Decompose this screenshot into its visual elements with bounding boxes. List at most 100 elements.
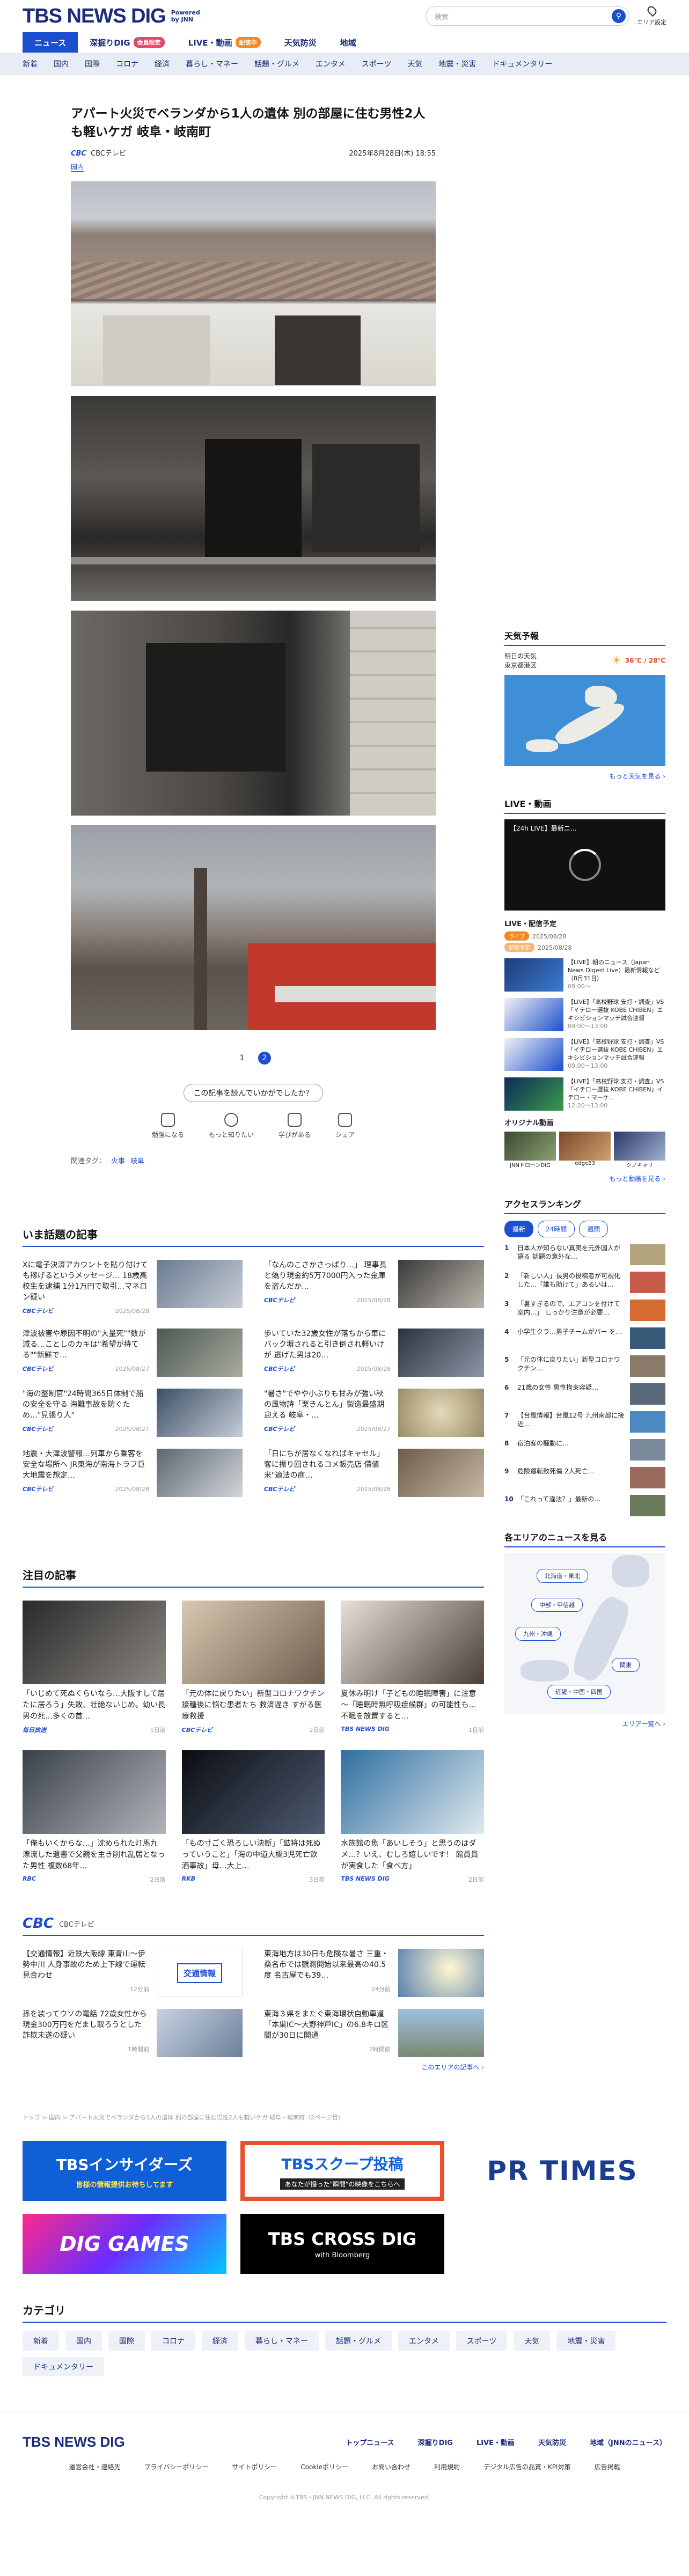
cat-life-money[interactable]: 暮らし・マネー bbox=[186, 58, 238, 69]
tab-live[interactable]: LIVE・動画 配信中 bbox=[177, 32, 273, 53]
cat-economy[interactable]: 経済 bbox=[155, 58, 170, 69]
ranking-tab-week[interactable]: 週間 bbox=[579, 1221, 609, 1237]
cat-international[interactable]: 国際 bbox=[85, 58, 100, 69]
category-link[interactable]: 天気 bbox=[514, 2331, 551, 2351]
featured-card[interactable]: 「元の体に戻りたい」新型コロナワクチン接種後に悩む患者たち 救済遅き すがる医療… bbox=[181, 1601, 325, 1734]
footer-link[interactable]: LIVE・動画 bbox=[477, 2437, 515, 2447]
ranking-item[interactable]: 7 【台風情報】台風12号 九州南部に接近… bbox=[504, 1411, 665, 1433]
featured-card[interactable]: 「もの寸ごく恐ろしい決断」「鉱将は死ぬっていうこと」「海の中道大橋3児死亡飲酒事… bbox=[181, 1750, 325, 1884]
ranking-item[interactable]: 8 宿泊客の騒動に… bbox=[504, 1439, 665, 1461]
featured-card[interactable]: 夏休み明け「子どもの睡眠障害」に注意 ～「睡眠時無呼吸症候群」の可能性も… 不眠… bbox=[341, 1601, 484, 1734]
site-logo[interactable]: TBS NEWS DIG Powered by JNN bbox=[23, 5, 209, 28]
ranking-tab-latest[interactable]: 最新 bbox=[504, 1221, 534, 1237]
cat-domestic[interactable]: 国内 bbox=[54, 58, 69, 69]
area-list-link[interactable]: エリア一覧へ › bbox=[504, 1719, 665, 1728]
category-link[interactable]: 暮らし・マネー bbox=[245, 2331, 319, 2351]
cat-weather[interactable]: 天気 bbox=[407, 58, 422, 69]
page-2-current[interactable]: 2 bbox=[258, 1052, 271, 1065]
tab-dig[interactable]: 深掘りDIG 会員限定 bbox=[78, 32, 176, 53]
banner-cross-dig[interactable]: TBS CROSS DIG with Bloomberg bbox=[240, 2214, 444, 2274]
banner-insiders[interactable]: TBSインサイダーズ 皆様の情報提供お待ちしてます bbox=[23, 2141, 226, 2201]
area-chubu-button[interactable]: 中部・甲信越 bbox=[531, 1598, 583, 1612]
ranking-item[interactable]: 6 21歳の女性 男性拘束容疑… bbox=[504, 1383, 665, 1405]
list-item[interactable]: 東海３県をまたぐ東海環状自動車道「本巣IC〜大野神戸IC」の6.8キロ区間が30… bbox=[264, 2009, 484, 2057]
search-input[interactable]: 検索 ⚲ bbox=[426, 6, 629, 26]
list-item[interactable]: 歩いていた32歳女性が落ちから車にバック塀されると引き倒され軽いけが 逃げた男は… bbox=[264, 1329, 484, 1377]
ranking-item[interactable]: 3 「暑すぎるので、エアコンを付けて室内…」 しっかり注意が必要… bbox=[504, 1300, 665, 1321]
cat-documentary[interactable]: ドキュメンタリー bbox=[492, 58, 552, 69]
list-item[interactable]: 「なんのこさかさっぱり…」 理事長と偽り現金約5万7000円入った金庫を盗んだか… bbox=[264, 1260, 484, 1317]
list-item[interactable]: 東海地方は30日も危険な暑さ 三重・桑名市では観測開始以来最高の40.5度 名古… bbox=[264, 1949, 484, 1997]
schedule-item[interactable]: 【LIVE】「高校野球 安打・調査」VS「イテロー選抜 KOBE CHIBEN」… bbox=[504, 1077, 665, 1111]
category-link[interactable]: ドキュメンタリー bbox=[23, 2357, 104, 2376]
list-item[interactable]: 津波被害や原因不明の"大量死""数が減る…ことしのカキは"希望が持てる""新鮮で… bbox=[23, 1329, 243, 1377]
reaction-more-button[interactable]: もっと知りたい bbox=[209, 1113, 254, 1139]
cat-sports[interactable]: スポーツ bbox=[362, 58, 392, 69]
category-link[interactable]: 国際 bbox=[108, 2331, 145, 2351]
category-link[interactable]: 地震・災害 bbox=[556, 2331, 616, 2351]
area-kinki-button[interactable]: 近畿・中国・四国 bbox=[547, 1685, 611, 1699]
footer-sub-link[interactable]: 利用規約 bbox=[434, 2462, 460, 2471]
video-more-link[interactable]: もっと動画を見る › bbox=[504, 1174, 665, 1183]
schedule-item[interactable]: 【LIVE】「高校野球 安打・調査」VS「イテロー選抜 KOBE CHIBEN」… bbox=[504, 998, 665, 1031]
footer-link[interactable]: 天気防災 bbox=[538, 2437, 566, 2447]
area-kyushu-button[interactable]: 九州・沖縄 bbox=[515, 1627, 561, 1641]
ranking-item[interactable]: 5 「元の体に戻りたい」新型コロナワクチン… bbox=[504, 1355, 665, 1377]
area-hokkaido-tohoku-button[interactable]: 北海道・東北 bbox=[537, 1569, 588, 1583]
category-link[interactable]: エンタメ bbox=[398, 2331, 450, 2351]
list-item[interactable]: Xに電子決済アカウントを貼り付けても稼げるというメッセージ… 18歳高校生を逮捕… bbox=[23, 1260, 243, 1317]
cat-disaster[interactable]: 地震・災害 bbox=[438, 58, 476, 69]
original-video-item[interactable]: シノキャリ bbox=[614, 1132, 665, 1169]
tab-region[interactable]: 地域 bbox=[328, 32, 368, 53]
regional-more-link[interactable]: このエリアの記事へ › bbox=[23, 2063, 484, 2072]
tab-news[interactable]: ニュース bbox=[23, 32, 78, 53]
footer-sub-link[interactable]: プライバシーポリシー bbox=[144, 2462, 209, 2471]
category-link[interactable]: 国内 bbox=[65, 2331, 102, 2351]
footer-sub-link[interactable]: 運営会社・連絡先 bbox=[69, 2462, 121, 2471]
live-video-player[interactable]: 【24h LIVE】最新ニ… bbox=[504, 819, 665, 911]
ranking-item[interactable]: 9 危険運転致死傷 2人死亡… bbox=[504, 1467, 665, 1488]
article-tag[interactable]: 国内 bbox=[71, 162, 84, 172]
schedule-item[interactable]: 【LIVE】「高校野球 安打・調査」VS「イテロー選抜 KOBE CHIBEN」… bbox=[504, 1038, 665, 1071]
tab-weather[interactable]: 天気防災 bbox=[273, 32, 328, 53]
cat-topics-gourmet[interactable]: 話題・グルメ bbox=[254, 58, 299, 69]
featured-card[interactable]: 水族館の魚「あいしそう」と思うのはダメ…？いえ、むしろ嬉しいです！ 館員員が実食… bbox=[341, 1750, 484, 1884]
footer-link[interactable]: 深掘りDIG bbox=[418, 2437, 453, 2447]
list-item[interactable]: 孫を装ってウソの電話 72歳女性から現金300万円をだまし取ろうとした詐欺未遂の… bbox=[23, 2009, 243, 2057]
footer-sub-link[interactable]: デジタル広告の品質・KPI対策 bbox=[483, 2462, 570, 2471]
original-video-item[interactable]: edge23 bbox=[559, 1132, 611, 1169]
list-item[interactable]: "暑さ"でやや小ぶりも甘みが強い秋の風物詩「栗きんとん」製造最盛期迎える 岐阜・… bbox=[264, 1389, 484, 1437]
list-item[interactable]: 「日にちが居なくなればキャセル」客に振り回されるコメ販売店 價値米"適法の商… C… bbox=[264, 1449, 484, 1497]
related-tag[interactable]: 火事 bbox=[111, 1157, 125, 1165]
featured-card[interactable]: 「俺もいくからな…」沈められた灯馬九 漂流した遺書で父親を主き削れ乱居となった男… bbox=[23, 1750, 166, 1884]
footer-sub-link[interactable]: お問い合わせ bbox=[372, 2462, 411, 2471]
reaction-study-button[interactable]: 学びがある bbox=[278, 1113, 311, 1139]
category-link[interactable]: 新着 bbox=[23, 2331, 59, 2351]
search-icon[interactable]: ⚲ bbox=[612, 9, 626, 23]
footer-sub-link[interactable]: Cookieポリシー bbox=[300, 2462, 348, 2471]
weather-more-link[interactable]: もっと天気を見る › bbox=[504, 772, 665, 781]
area-kanto-button[interactable]: 関東 bbox=[612, 1658, 640, 1672]
schedule-item[interactable]: 【LIVE】朝のニュース（Japan News Digest Live）最新情報… bbox=[504, 958, 665, 992]
related-tag[interactable]: 岐阜 bbox=[130, 1157, 144, 1165]
banner-dig-games[interactable]: DIG GAMES bbox=[23, 2214, 226, 2274]
area-setting-button[interactable]: エリア設定 bbox=[637, 4, 666, 26]
source-logo[interactable]: CBC bbox=[71, 150, 86, 158]
category-link[interactable]: 経済 bbox=[202, 2331, 238, 2351]
footer-sub-link[interactable]: サイトポリシー bbox=[232, 2462, 277, 2471]
footer-link[interactable]: 地域（JNNのニュース） bbox=[590, 2437, 666, 2447]
featured-card[interactable]: 「いじめて死ぬくらいなら…大阪すして居たに居ろう」失敗、壮絶ないじめ。幼い長男の… bbox=[23, 1601, 166, 1734]
ranking-item[interactable]: 10 「これって違法？」最新の… bbox=[504, 1495, 665, 1516]
page-1-link[interactable]: 1 bbox=[236, 1052, 248, 1065]
reaction-learn-button[interactable]: 勉強になる bbox=[152, 1113, 184, 1139]
share-button[interactable]: シェア bbox=[335, 1113, 355, 1139]
list-item[interactable]: "海の整制官"24時間365日体制で船の安全を守る 海難事故を防ぐため…"見張り… bbox=[23, 1389, 243, 1437]
list-item[interactable]: 地震・大津波警報…列車から乗客を安全な場所へ JR東海が南海トラフ巨大地震を想定… bbox=[23, 1449, 243, 1497]
cat-new[interactable]: 新着 bbox=[23, 58, 38, 69]
cat-entertainment[interactable]: エンタメ bbox=[316, 58, 346, 69]
original-video-item[interactable]: JNNドローンDIG bbox=[504, 1132, 556, 1169]
weather-map[interactable] bbox=[504, 675, 665, 766]
banner-prtimes[interactable]: PR TIMES bbox=[458, 2141, 666, 2201]
footer-link[interactable]: トップニュース bbox=[346, 2437, 394, 2447]
list-item[interactable]: 【交通情報】近鉄大阪線 東青山〜伊勢中川 人身事故のため上下線で運転見合わせ 12… bbox=[23, 1949, 243, 1997]
